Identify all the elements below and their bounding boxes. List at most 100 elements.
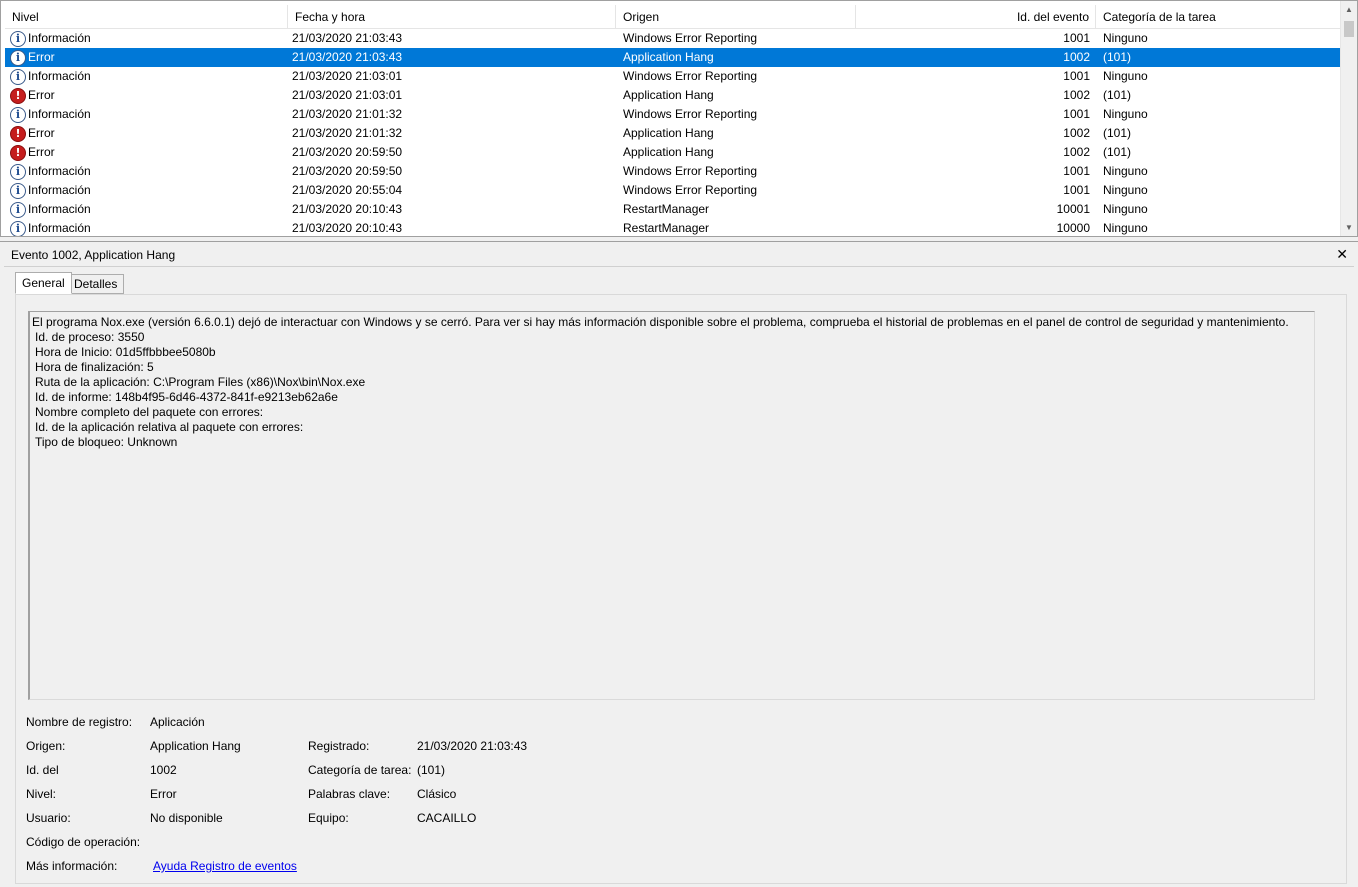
row-source: Windows Error Reporting <box>623 164 758 178</box>
event-log-help-link[interactable]: Ayuda Registro de eventos <box>153 858 297 874</box>
event-row[interactable]: ! Error 21/03/2020 21:01:32 Application Han… <box>5 124 1341 143</box>
row-event-id: 1001 <box>1063 69 1090 83</box>
column-header-datetime[interactable]: Fecha y hora <box>288 5 616 29</box>
row-datetime: 21/03/2020 20:59:50 <box>292 164 403 178</box>
computer-label: Equipo: <box>308 811 349 825</box>
error-icon: ! <box>10 144 26 161</box>
message-line: Id. de la aplicación relativa al paquete… <box>35 420 304 434</box>
info-icon: i <box>10 30 26 47</box>
tab-general[interactable]: General <box>15 272 72 294</box>
row-event-id: 1001 <box>1063 183 1090 197</box>
row-level: ! Error <box>10 86 280 105</box>
info-icon: i <box>10 68 26 85</box>
list-header: Nivel Fecha y hora Origen Id. del evento… <box>5 5 1341 29</box>
source-value: Application Hang <box>150 739 241 753</box>
event-row[interactable]: i Información 21/03/2020 21:03:01 Windows E… <box>5 67 1341 86</box>
scroll-up-arrow-icon[interactable]: ▲ <box>1341 1 1357 18</box>
row-level-text: Información <box>28 221 91 235</box>
row-level-text: Información <box>28 107 91 121</box>
logged-label: Registrado: <box>308 739 370 753</box>
message-line: Id. de informe: 148b4f95-6d46-4372-841f-… <box>35 390 338 404</box>
row-datetime: 21/03/2020 20:59:50 <box>292 145 403 159</box>
event-detail-pane: Evento 1002, Application Hang ✕ General … <box>0 241 1358 887</box>
message-line: Nombre completo del paquete con errores: <box>35 405 264 419</box>
info-icon: i <box>10 201 26 218</box>
row-event-id: 10000 <box>1056 221 1090 235</box>
row-task-category: Ninguno <box>1103 69 1148 83</box>
column-header-level[interactable]: Nivel <box>5 5 288 29</box>
column-header-source[interactable]: Origen <box>616 5 856 29</box>
event-row[interactable]: ! Error 21/03/2020 20:59:50 Application Han… <box>5 143 1341 162</box>
list-vertical-scrollbar[interactable]: ▲ ▼ <box>1340 1 1357 236</box>
opcode-label: Código de operación: <box>26 835 141 849</box>
row-datetime: 21/03/2020 21:01:32 <box>292 126 403 140</box>
column-header-event-id[interactable]: Id. del evento <box>856 5 1096 29</box>
message-line: Tipo de bloqueo: Unknown <box>35 435 178 449</box>
event-list[interactable]: Nivel Fecha y hora Origen Id. del evento… <box>0 0 1358 237</box>
row-level: i Información <box>10 29 280 48</box>
row-level: i Información <box>10 200 280 219</box>
info-icon: i <box>10 163 26 180</box>
row-level-text: Error <box>28 126 55 140</box>
row-level-text: Información <box>28 69 91 83</box>
event-id-label: Id. del <box>26 763 59 777</box>
computer-value: CACAILLO <box>417 811 477 825</box>
row-task-category: Ninguno <box>1103 164 1148 178</box>
row-datetime: 21/03/2020 21:03:43 <box>292 50 403 64</box>
row-datetime: 21/03/2020 21:03:43 <box>292 31 403 45</box>
logged-value: 21/03/2020 21:03:43 <box>417 739 528 753</box>
row-task-category: Ninguno <box>1103 107 1148 121</box>
row-source: Application Hang <box>623 50 714 64</box>
row-event-id: 1002 <box>1063 145 1090 159</box>
row-source: RestartManager <box>623 221 710 235</box>
event-row[interactable]: i Información 21/03/2020 21:03:43 Windows E… <box>5 29 1341 48</box>
row-level: i Error <box>10 48 280 67</box>
row-level: i Información <box>10 219 280 236</box>
event-row[interactable]: i Información 21/03/2020 20:59:50 Windows E… <box>5 162 1341 181</box>
event-row[interactable]: i Información 21/03/2020 20:55:04 Windows E… <box>5 181 1341 200</box>
row-level: i Información <box>10 162 280 181</box>
event-row[interactable]: ! Error 21/03/2020 21:03:01 Application Han… <box>5 86 1341 105</box>
event-row[interactable]: i Error 21/03/2020 21:03:43 Application Han… <box>5 48 1341 67</box>
row-source: Windows Error Reporting <box>623 31 758 45</box>
row-task-category: (101) <box>1103 88 1132 102</box>
row-level-text: Error <box>28 88 55 102</box>
message-line: Hora de Inicio: 01d5ffbbbee5080b <box>35 345 216 359</box>
log-name-label: Nombre de registro: <box>26 715 133 729</box>
level-label: Nivel: <box>26 787 57 801</box>
scrollbar-thumb[interactable] <box>1344 21 1354 37</box>
event-row[interactable]: i Información 21/03/2020 20:10:43 RestartMa… <box>5 200 1341 219</box>
level-value: Error <box>150 787 177 801</box>
error-icon: ! <box>10 87 26 104</box>
row-source: Windows Error Reporting <box>623 69 758 83</box>
row-datetime: 21/03/2020 21:01:32 <box>292 107 403 121</box>
event-description-text[interactable]: El programa Nox.exe (versión 6.6.0.1) de… <box>28 311 1315 700</box>
row-level-text: Información <box>28 164 91 178</box>
message-line: Hora de finalización: 5 <box>35 360 154 374</box>
row-event-id: 1002 <box>1063 50 1090 64</box>
event-row[interactable]: i Información 21/03/2020 20:10:43 RestartMa… <box>5 219 1341 236</box>
message-line: El programa Nox.exe (versión 6.6.0.1) de… <box>32 315 1289 329</box>
scroll-down-arrow-icon[interactable]: ▼ <box>1341 219 1357 236</box>
event-id-value: 1002 <box>150 763 177 777</box>
message-line: Ruta de la aplicación: C:\Program Files … <box>35 375 366 389</box>
event-rows: i Información 21/03/2020 21:03:43 Windows E… <box>5 29 1341 236</box>
row-event-id: 1001 <box>1063 31 1090 45</box>
row-event-id: 1002 <box>1063 126 1090 140</box>
row-datetime: 21/03/2020 20:10:43 <box>292 202 403 216</box>
info-icon: i <box>10 220 26 236</box>
keywords-label: Palabras clave: <box>308 787 391 801</box>
row-task-category: Ninguno <box>1103 31 1148 45</box>
row-source: Application Hang <box>623 88 714 102</box>
event-row[interactable]: i Información 21/03/2020 21:01:32 Windows E… <box>5 105 1341 124</box>
detail-title: Evento 1002, Application Hang <box>11 248 176 262</box>
task-category-value: (101) <box>417 763 446 777</box>
row-level-text: Información <box>28 31 91 45</box>
column-header-task-category[interactable]: Categoría de la tarea <box>1096 5 1341 29</box>
info-icon: i <box>10 182 26 199</box>
more-info-label: Más información: <box>26 859 118 873</box>
row-task-category: Ninguno <box>1103 202 1148 216</box>
close-icon[interactable]: ✕ <box>1336 245 1348 263</box>
row-task-category: (101) <box>1103 145 1132 159</box>
tab-details[interactable]: Detalles <box>67 274 125 294</box>
